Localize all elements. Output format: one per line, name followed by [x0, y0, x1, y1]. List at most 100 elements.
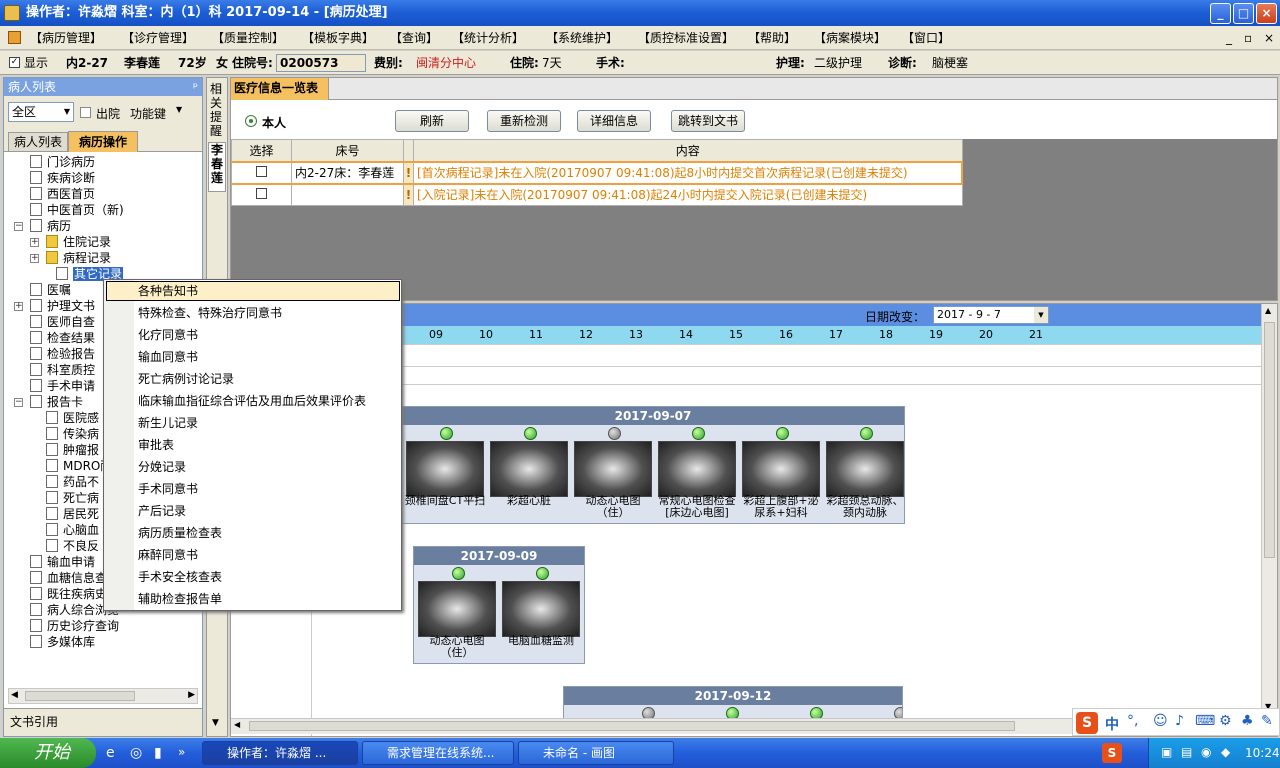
- scroll-up-icon[interactable]: ▲: [1265, 306, 1271, 315]
- xray-thumbnail[interactable]: [658, 441, 736, 497]
- tree-item[interactable]: 药品不: [46, 474, 99, 490]
- tree-item[interactable]: 输血申请: [30, 554, 95, 570]
- display-icon[interactable]: ▤: [1181, 745, 1192, 759]
- menu-item[interactable]: 化疗同意书: [138, 324, 198, 346]
- scroll-left-icon[interactable]: ◀: [11, 690, 18, 700]
- mdi-close-button[interactable]: ×: [1264, 30, 1274, 46]
- tree-item[interactable]: 手术申请: [30, 378, 95, 394]
- expand-icon[interactable]: +: [14, 302, 23, 311]
- maximize-button[interactable]: □: [1233, 3, 1254, 24]
- keyboard-icon[interactable]: ⌨: [1195, 713, 1215, 729]
- menu-case-module[interactable]: 【病案模块】: [814, 30, 886, 46]
- expand-icon[interactable]: −: [14, 398, 23, 407]
- tab-medical-info[interactable]: 医疗信息一览表: [231, 78, 329, 100]
- mdi-icon[interactable]: [8, 31, 21, 44]
- tree-item[interactable]: 西医首页: [30, 186, 95, 202]
- menu-item[interactable]: 手术安全核查表: [138, 566, 222, 588]
- chevron-down-icon[interactable]: ▼: [212, 718, 219, 728]
- tree-item[interactable]: 心脑血: [46, 522, 99, 538]
- menu-item[interactable]: 审批表: [138, 434, 174, 456]
- xray-thumbnail[interactable]: [502, 581, 580, 637]
- menu-item[interactable]: 新生儿记录: [138, 412, 198, 434]
- expand-icon[interactable]: »: [178, 745, 185, 759]
- tree-item[interactable]: 中医首页（新): [30, 202, 124, 218]
- tree-item[interactable]: 医师自查: [30, 314, 95, 330]
- tree-item[interactable]: 护理文书: [30, 298, 95, 314]
- status-dot[interactable]: [608, 427, 621, 440]
- menu-quality-control[interactable]: 【质量控制】: [212, 30, 284, 46]
- skin-icon[interactable]: ♣: [1241, 713, 1254, 729]
- tab-patient[interactable]: 李春莲: [208, 142, 226, 192]
- menu-system-maint[interactable]: 【系统维护】: [546, 30, 618, 46]
- self-radio[interactable]: [245, 115, 257, 127]
- tree-item[interactable]: 不良反: [46, 538, 99, 554]
- start-button[interactable]: 开始: [0, 738, 96, 768]
- menu-item[interactable]: 病历质量检查表: [138, 522, 222, 544]
- task-requirements[interactable]: 需求管理在线系统...: [362, 741, 514, 765]
- emoji-icon[interactable]: ☺: [1153, 713, 1168, 729]
- task-emr[interactable]: 操作者：许淼熠 ...: [202, 741, 358, 765]
- status-dot[interactable]: [452, 567, 465, 580]
- tree-item[interactable]: 多媒体库: [30, 634, 95, 650]
- xray-thumbnail[interactable]: [418, 581, 496, 637]
- tree-item[interactable]: 门诊病历: [30, 154, 95, 170]
- mdi-minimize-button[interactable]: _: [1226, 30, 1232, 46]
- status-dot[interactable]: [524, 427, 537, 440]
- menu-item[interactable]: 产后记录: [138, 500, 186, 522]
- menu-record-mgmt[interactable]: 【病历管理】: [30, 30, 102, 46]
- menu-item[interactable]: 特殊检查、特殊治疗同意书: [138, 302, 282, 324]
- status-dot[interactable]: [440, 427, 453, 440]
- row-checkbox[interactable]: [231, 183, 292, 206]
- row-checkbox[interactable]: [231, 160, 292, 185]
- microphone-icon[interactable]: ♪: [1175, 713, 1184, 729]
- tree-item[interactable]: 居民死: [46, 506, 99, 522]
- text-reference-tab[interactable]: 文书引用: [4, 708, 202, 736]
- tree-item[interactable]: 医院感: [46, 410, 99, 426]
- task-paint[interactable]: 未命名 - 画图: [518, 741, 674, 765]
- tree-item[interactable]: 报告卡: [30, 394, 83, 410]
- menu-item[interactable]: 手术同意书: [138, 478, 198, 500]
- table-row[interactable]: ! [入院记录]未在入院(20170907 09:41:08)起24小时内提交入…: [231, 183, 963, 206]
- volume-icon[interactable]: ◉: [1201, 745, 1211, 759]
- xray-thumbnail[interactable]: [490, 441, 568, 497]
- status-dot[interactable]: [692, 427, 705, 440]
- tab-record-ops[interactable]: 病历操作: [68, 131, 138, 152]
- recheck-button[interactable]: 重新检测: [487, 110, 561, 132]
- menu-item[interactable]: 麻醉同意书: [138, 544, 198, 566]
- ie-icon[interactable]: e: [106, 745, 115, 761]
- tree-item[interactable]: 住院记录: [46, 234, 111, 250]
- close-button[interactable]: ×: [1256, 3, 1277, 24]
- scroll-right-icon[interactable]: ▶: [188, 690, 195, 700]
- tree-item[interactable]: 肿瘤报: [46, 442, 99, 458]
- pin-icon[interactable]: ᵖ: [193, 78, 198, 96]
- menu-item[interactable]: 输血同意书: [138, 346, 198, 368]
- expand-icon[interactable]: +: [30, 254, 39, 263]
- menu-query[interactable]: 【查询】: [390, 30, 438, 46]
- browser-icon[interactable]: ◎: [130, 745, 142, 761]
- tree-item[interactable]: 死亡病: [46, 490, 99, 506]
- tree-item[interactable]: 历史诊疗查询: [30, 618, 119, 634]
- status-dot[interactable]: [860, 427, 873, 440]
- refresh-button[interactable]: 刷新: [395, 110, 469, 132]
- xray-thumbnail[interactable]: [574, 441, 652, 497]
- menu-item[interactable]: 死亡病例讨论记录: [138, 368, 234, 390]
- minimize-button[interactable]: _: [1210, 3, 1231, 24]
- xray-thumbnail[interactable]: [826, 441, 904, 497]
- sogou-tray-icon[interactable]: S: [1102, 743, 1122, 763]
- tree-item[interactable]: 检验报告: [30, 346, 95, 362]
- discharged-checkbox[interactable]: [80, 107, 91, 118]
- admit-no-field[interactable]: 0200573: [276, 54, 366, 72]
- expand-icon[interactable]: +: [30, 238, 39, 247]
- status-dot[interactable]: [776, 427, 789, 440]
- tree-item[interactable]: 病程记录: [46, 250, 111, 266]
- menu-treatment-mgmt[interactable]: 【诊疗管理】: [122, 30, 194, 46]
- details-button[interactable]: 详细信息: [577, 110, 651, 132]
- tools-icon[interactable]: ⚙: [1219, 713, 1232, 729]
- menu-item[interactable]: 各种告知书: [138, 280, 198, 302]
- menu-item[interactable]: 分娩记录: [138, 456, 186, 478]
- app-icon[interactable]: ▮: [154, 745, 162, 761]
- tree-item[interactable]: 既往疾病史: [30, 586, 107, 602]
- xray-thumbnail[interactable]: [406, 441, 484, 497]
- menu-item[interactable]: 临床输血指征综合评估及用血后效果评价表: [138, 390, 366, 412]
- jump-to-document-button[interactable]: 跳转到文书: [671, 110, 745, 132]
